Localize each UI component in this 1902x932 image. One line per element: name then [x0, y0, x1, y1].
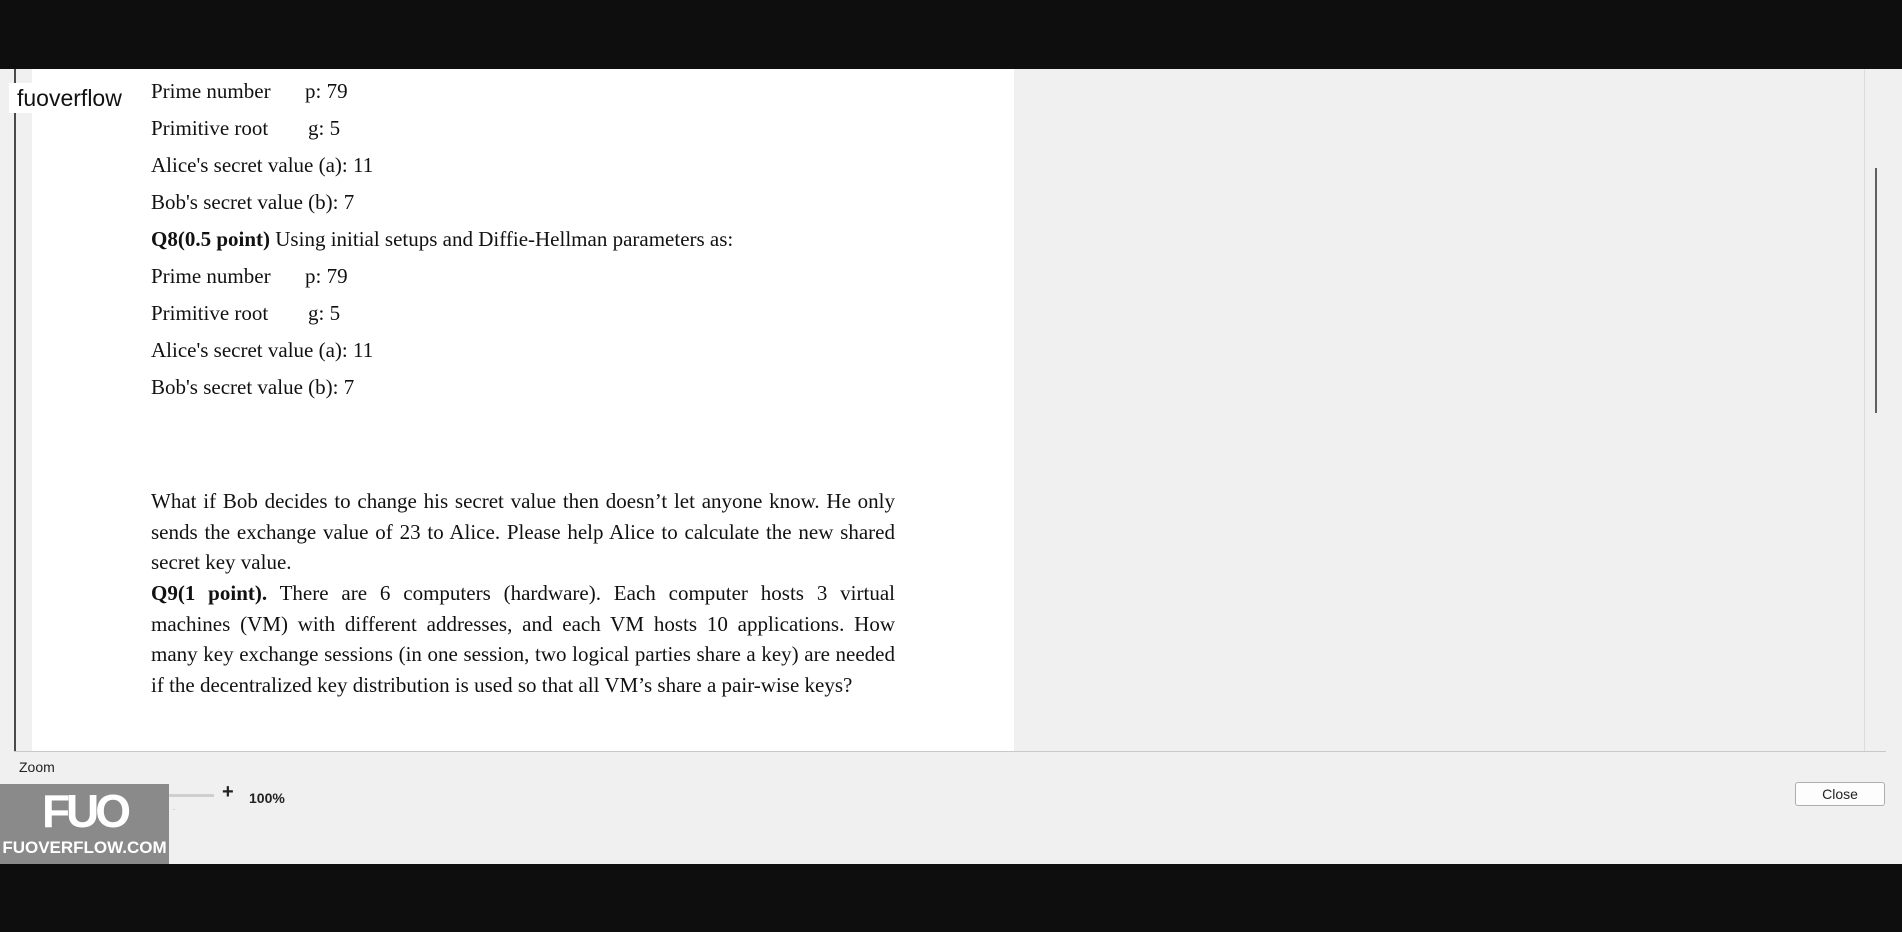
zoom-value: 100% [249, 790, 285, 806]
image-viewer-dialog: Prime number p: 79 Primitive root g: 5 Ali… [0, 69, 1902, 864]
top-black-bar [0, 0, 1902, 69]
watermark-label: fuoverflow [9, 83, 130, 113]
q8-bob-line: Bob's secret value (b): 7 [151, 375, 355, 399]
logo-mark: FUO [41, 785, 131, 837]
document-image: Prime number p: 79 Primitive root g: 5 Ali… [32, 69, 1014, 751]
q9-heading: Q9(1 point). [151, 581, 268, 605]
vertical-scrollbar[interactable] [1864, 69, 1887, 751]
q8-intro: Using initial setups and Diffie-Hellman … [270, 227, 734, 251]
close-button[interactable]: Close [1795, 782, 1885, 806]
zoom-label: Zoom [19, 759, 55, 775]
bottom-black-bar [0, 864, 1902, 932]
zoom-in-button[interactable]: + [222, 781, 234, 804]
scrollbar-thumb[interactable] [1875, 168, 1877, 413]
viewport-bottom-border [14, 751, 1886, 752]
image-viewport[interactable]: Prime number p: 79 Primitive root g: 5 Ali… [0, 69, 1902, 751]
setup-bob-line: Bob's secret value (b): 7 [151, 190, 355, 214]
q9-paragraph: Q9(1 point). There are 6 computers (hard… [151, 578, 895, 700]
q8-root-line: Primitive root g: 5 [151, 301, 341, 325]
setup-prime-line: Prime number p: 79 [151, 79, 348, 103]
q8-heading-line: Q8(0.5 point) Using initial setups and D… [151, 227, 733, 251]
setup-root-line: Primitive root g: 5 [151, 116, 341, 140]
viewport-left-border [14, 69, 16, 751]
q8-question: What if Bob decides to change his secret… [151, 489, 895, 574]
q8-prime-line: Prime number p: 79 [151, 264, 348, 288]
fuoverflow-logo: FUO FUOVERFLOW.COM [0, 784, 169, 864]
logo-text: FUOVERFLOW.COM [2, 838, 167, 857]
q8-heading: Q8(0.5 point) [151, 227, 271, 251]
setup-alice-line: Alice's secret value (a): 11 [151, 153, 374, 177]
q8-alice-line: Alice's secret value (a): 11 [151, 338, 374, 362]
